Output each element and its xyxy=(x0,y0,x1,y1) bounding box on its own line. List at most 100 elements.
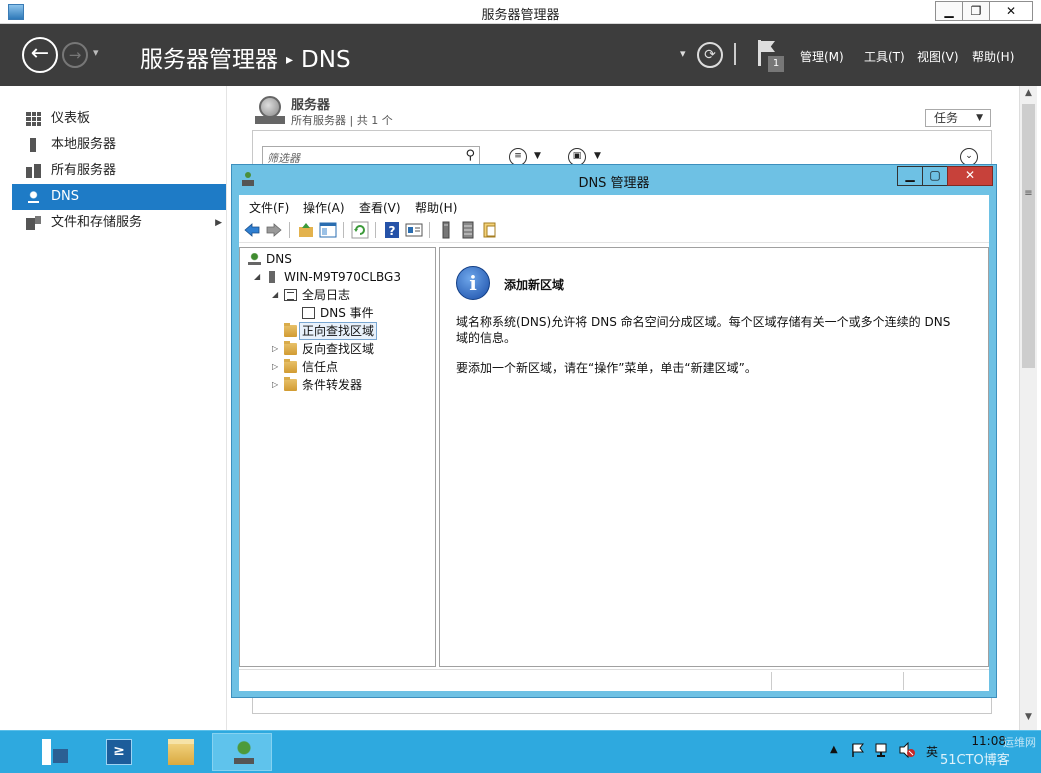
svg-text:?: ? xyxy=(389,224,396,238)
restore-button[interactable]: ❐ xyxy=(962,1,990,21)
list-options-caret-icon[interactable]: ▼ xyxy=(534,151,541,161)
collapsed-arrow-icon[interactable]: ▷ xyxy=(272,358,278,376)
info-paragraph-1: 域名称系统(DNS)允许将 DNS 命名空间分成区域。每个区域存储有关一个或多个… xyxy=(456,315,951,345)
dns-menu-file[interactable]: 文件(F) xyxy=(249,199,289,216)
flag-cloth xyxy=(761,41,775,52)
history-dropdown-icon[interactable]: ▾ xyxy=(93,46,99,59)
server-toolbar-icon[interactable] xyxy=(437,221,455,239)
dns-window-controls: ▁ ▢ ✕ xyxy=(897,166,993,186)
sidebar: 仪表板 本地服务器 所有服务器 DNS 文件和存储服务 ▶ xyxy=(12,106,226,236)
event-log-icon xyxy=(302,307,315,319)
menu-manage[interactable]: 管理(M) xyxy=(800,48,844,65)
breadcrumb-separator-icon: ▸ xyxy=(286,52,294,68)
sidebar-item-dns[interactable]: DNS xyxy=(12,184,226,210)
sidebar-item-label: 所有服务器 xyxy=(51,163,117,178)
dns-toolbar: ? xyxy=(239,217,989,243)
refresh-button[interactable]: ⟳ xyxy=(697,42,723,68)
scroll-down-arrow-icon[interactable]: ▼ xyxy=(1020,712,1037,728)
powershell-icon: ≥ xyxy=(106,739,132,765)
up-folder-icon[interactable] xyxy=(297,221,315,239)
back-button[interactable]: ← xyxy=(22,37,58,73)
header-dropdown-icon[interactable]: ▾ xyxy=(680,47,686,60)
collapsed-arrow-icon[interactable]: ▷ xyxy=(272,340,278,358)
watermark-secondary: 运维网 xyxy=(1003,736,1036,749)
close-button[interactable]: ✕ xyxy=(989,1,1033,21)
dns-content-pane: i 添加新区域 域名称系统(DNS)允许将 DNS 命名空间分成区域。每个区域存… xyxy=(439,247,989,667)
scroll-thumb[interactable] xyxy=(1022,104,1035,368)
dns-tree-pane: DNS ◢ WIN-M9T970CLBG3 ◢ 全局日志 DNS 事件 正向查找… xyxy=(239,247,436,667)
properties-icon[interactable] xyxy=(405,221,423,239)
save-query-caret-icon[interactable]: ▼ xyxy=(594,151,601,161)
dns-manager-client: 文件(F) 操作(A) 查看(V) 帮助(H) ? DNS ◢ WIN-M9T9… xyxy=(239,195,989,691)
tasks-label: 任务 xyxy=(934,111,959,125)
list-toolbar-icon[interactable] xyxy=(459,221,477,239)
forward-arrow-icon[interactable] xyxy=(265,221,283,239)
show-hide-tree-icon[interactable] xyxy=(319,221,337,239)
refresh-icon[interactable] xyxy=(351,221,369,239)
menu-help[interactable]: 帮助(H) xyxy=(972,48,1014,65)
taskbar-server-manager[interactable] xyxy=(24,733,84,771)
tasks-dropdown-button[interactable]: 任务 ▼ xyxy=(925,109,991,127)
tree-label: 条件转发器 xyxy=(302,378,363,392)
folder-icon xyxy=(284,323,297,337)
dns-minimize-button[interactable]: ▁ xyxy=(897,166,923,186)
servers-globe-icon xyxy=(255,96,285,126)
back-arrow-icon[interactable] xyxy=(243,221,261,239)
flag-pole xyxy=(758,40,761,66)
servers-icon xyxy=(26,164,41,178)
dns-menu-help[interactable]: 帮助(H) xyxy=(415,199,457,216)
watermark: 51CTO博客 xyxy=(940,753,1010,768)
panel-subtitle: 所有服务器 | 共 1 个 xyxy=(291,114,393,127)
toolbar-separator xyxy=(375,222,376,238)
help-icon[interactable]: ? xyxy=(383,221,401,239)
taskbar-powershell[interactable]: ≥ xyxy=(88,733,148,771)
expanded-arrow-icon[interactable]: ◢ xyxy=(272,286,278,304)
minimize-button[interactable]: ▁ xyxy=(935,1,963,21)
menu-view[interactable]: 视图(V) xyxy=(917,48,959,65)
dns-manager-title: DNS 管理器 xyxy=(578,176,650,191)
dns-manager-taskbar-icon xyxy=(231,740,257,766)
action-center-flag-icon[interactable] xyxy=(850,742,866,758)
sidebar-item-local-server[interactable]: 本地服务器 xyxy=(12,132,226,158)
network-icon[interactable] xyxy=(874,742,892,758)
sidebar-item-label: DNS xyxy=(51,189,79,204)
sidebar-item-file-storage[interactable]: 文件和存储服务 ▶ xyxy=(12,210,226,236)
clock[interactable]: 11:08 xyxy=(966,734,1006,749)
expanded-arrow-icon[interactable]: ◢ xyxy=(254,268,260,286)
tray-overflow-arrow-icon[interactable]: ▲ xyxy=(830,744,838,755)
taskbar-file-explorer[interactable] xyxy=(150,733,210,771)
forward-button[interactable]: → xyxy=(62,42,88,68)
search-icon[interactable]: ⚲ xyxy=(465,148,475,163)
sidebar-item-dashboard[interactable]: 仪表板 xyxy=(12,106,226,132)
taskbar: ≥ ▲ 英 11:08 运维网 51CTO博客 xyxy=(0,730,1041,773)
scroll-up-arrow-icon[interactable]: ▲ xyxy=(1020,88,1037,104)
window-titlebar: 服务器管理器 ▁ ❐ ✕ xyxy=(0,0,1041,24)
main-scrollbar[interactable]: ▲ ≡ ▼ xyxy=(1019,86,1037,730)
dns-close-button[interactable]: ✕ xyxy=(947,166,993,186)
collapsed-arrow-icon[interactable]: ▷ xyxy=(272,376,278,394)
dashboard-icon xyxy=(26,112,41,126)
ime-indicator[interactable]: 英 xyxy=(926,743,938,760)
tree-label: 信任点 xyxy=(302,360,339,374)
file-explorer-icon xyxy=(168,739,194,765)
tree-label: 反向查找区域 xyxy=(302,342,375,356)
dns-menu-action[interactable]: 操作(A) xyxy=(303,199,345,216)
folder-icon xyxy=(284,341,297,355)
breadcrumb-root[interactable]: 服务器管理器 xyxy=(140,47,278,73)
info-paragraph-2: 要添加一个新区域，请在“操作”菜单，单击“新建区域”。 xyxy=(456,361,757,375)
rack-shape xyxy=(255,116,285,124)
zone-file-icon[interactable] xyxy=(481,221,499,239)
header-bar: ← → ▾ 服务器管理器 ▸ DNS ▾ ⟳ 1 管理(M) 工具(T) 视图(V)… xyxy=(0,24,1041,86)
chevron-right-icon[interactable]: ▶ xyxy=(215,210,222,236)
sidebar-item-all-servers[interactable]: 所有服务器 xyxy=(12,158,226,184)
dns-manager-window: DNS 管理器 ▁ ▢ ✕ 文件(F) 操作(A) 查看(V) 帮助(H) ? xyxy=(231,164,997,698)
dns-menu-view[interactable]: 查看(V) xyxy=(359,199,401,216)
notifications-flag-icon[interactable]: 1 xyxy=(757,40,784,72)
tree-label: 全局日志 xyxy=(302,288,351,302)
volume-muted-icon[interactable] xyxy=(898,742,916,758)
dns-maximize-button[interactable]: ▢ xyxy=(922,166,948,186)
status-cell xyxy=(771,672,903,690)
tree-label: 正向查找区域 xyxy=(299,322,378,340)
taskbar-dns-manager[interactable] xyxy=(212,733,272,771)
menu-tools[interactable]: 工具(T) xyxy=(864,48,905,65)
